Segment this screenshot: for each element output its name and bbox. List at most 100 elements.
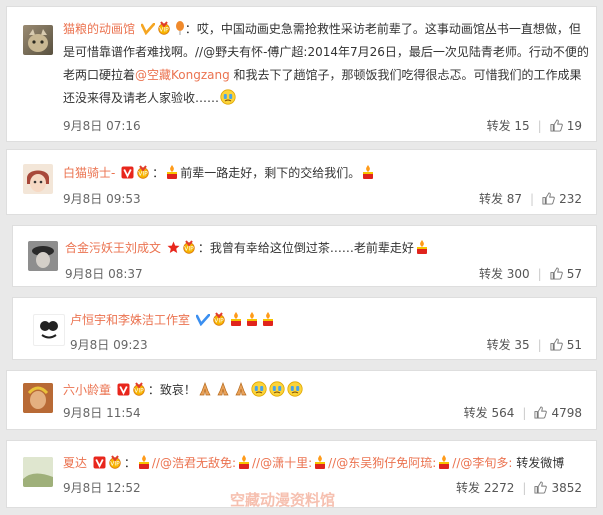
balloon-icon <box>175 21 184 35</box>
comment-card-1: 猫粮的动画馆 ：哎，中国动画史急需抢救性采访老前辈了。这事动画馆丛书一直想做，但… <box>6 6 597 142</box>
like-icon[interactable] <box>550 338 563 351</box>
divider: | <box>537 118 542 133</box>
repost-button[interactable]: 转发 15 <box>487 117 530 134</box>
comment-text: 和我去下了趟馆子，那顿饭我们吃得很忐忑。可惜我们的工作成果 <box>229 68 582 82</box>
comment-line-1: 夏达 ：//@浩君无敌免://@潇十里://@东吴狗仔免阿琉://@李旬多: 转… <box>63 454 565 470</box>
comment-line-1: 合金污妖王刘成文 ：我曾有幸给这位倒过茶……老前辈走好 <box>65 239 430 257</box>
comment-actions: 转发 2272 | 3852 <box>456 479 582 496</box>
like-count[interactable]: 19 <box>567 119 582 133</box>
comment-actions: 转发 15 | 19 <box>487 117 582 134</box>
username[interactable]: 合金污妖王刘成文 <box>65 241 161 255</box>
comment-text: 还没来得及请老人家验收…… <box>63 91 220 105</box>
like-icon[interactable] <box>534 406 547 419</box>
comment-line-1: 卢恒宇和李姝洁工作室 <box>70 311 276 329</box>
mention-link[interactable]: @空藏Kongzang <box>135 68 230 82</box>
verified-v-icon <box>195 314 210 326</box>
comment-card-5: 六小龄童 ：致哀！ 9月8日 11:54 转发 564 | 4798 <box>6 370 597 430</box>
avatar[interactable] <box>23 164 53 194</box>
vip-medal-icon <box>108 455 124 469</box>
repost-chain-link[interactable]: //@浩君无敌免: <box>152 456 236 470</box>
comment-date[interactable]: 9月8日 09:23 <box>70 336 148 353</box>
candle-icon <box>245 311 259 327</box>
divider: | <box>522 405 527 420</box>
divider: | <box>537 337 542 352</box>
avatar[interactable] <box>23 383 53 413</box>
avatar[interactable] <box>23 25 53 55</box>
repost-chain-link[interactable]: //@李旬多: <box>452 456 512 470</box>
comment-date[interactable]: 9月8日 09:53 <box>63 190 141 207</box>
candle-icon <box>137 454 151 470</box>
like-icon[interactable] <box>550 267 563 280</box>
like-icon[interactable] <box>534 481 547 494</box>
pray-icon <box>215 381 231 397</box>
pray-icon <box>197 381 213 397</box>
watermark: 空藏动漫资料馆 <box>230 491 336 509</box>
comment-text: 老两口硬拉着 <box>63 68 136 82</box>
verified-v-icon <box>93 456 106 469</box>
comment-text: ：哎，中国动画史急需抢救性采访老前辈了。这事动画馆丛书一直想做，但 <box>184 22 581 36</box>
like-count[interactable]: 51 <box>567 338 582 352</box>
comment-text: 前辈一路走好，剩下的交给我们。 <box>180 166 361 180</box>
verified-v-icon <box>117 383 130 396</box>
divider: | <box>530 191 535 206</box>
username[interactable]: 猫粮的动画馆 <box>63 22 135 36</box>
comment-actions: 转发 300 | 57 <box>479 265 582 282</box>
comment-card-3: 合金污妖王刘成文 ：我曾有幸给这位倒过茶……老前辈走好 9月8日 08:37 转… <box>12 225 597 287</box>
crying-face-icon <box>287 381 303 397</box>
candle-icon <box>165 164 179 180</box>
vip-medal-icon <box>132 382 148 396</box>
pray-icon <box>233 381 249 397</box>
colon: ： <box>152 166 165 180</box>
repost-button[interactable]: 转发 35 <box>487 336 530 353</box>
comment-actions: 转发 35 | 51 <box>487 336 582 353</box>
comment-text: ：致哀！ <box>147 383 196 397</box>
like-icon[interactable] <box>542 192 555 205</box>
avatar[interactable] <box>23 457 53 487</box>
comment-date[interactable]: 9月8日 07:16 <box>63 117 141 134</box>
repost-button[interactable]: 转发 2272 <box>456 479 514 496</box>
comment-line-4: 还没来得及请老人家验收…… <box>63 89 237 107</box>
comment-card-2: 白猫骑士- ： 前辈一路走好，剩下的交给我们。 9月8日 09:53 转发 87 … <box>6 149 597 215</box>
crying-face-icon <box>220 89 236 105</box>
comment-text: ：我曾有幸给这位倒过茶……老前辈走好 <box>197 241 414 255</box>
crying-face-icon <box>269 381 285 397</box>
repost-button[interactable]: 转发 87 <box>479 190 522 207</box>
comment-line-3: 老两口硬拉着@空藏Kongzang 和我去下了趟馆子，那顿饭我们吃得很忐忑。可惜… <box>63 66 582 84</box>
candle-icon <box>437 454 451 470</box>
username[interactable]: 六小龄童 <box>63 383 111 397</box>
repost-chain-link[interactable]: //@东吴狗仔免阿琉: <box>328 456 436 470</box>
divider: | <box>537 266 542 281</box>
vip-medal-icon <box>157 21 173 35</box>
comment-date[interactable]: 9月8日 08:37 <box>65 265 143 282</box>
like-count[interactable]: 3852 <box>551 481 582 495</box>
candle-icon <box>261 311 275 327</box>
star-icon <box>167 241 180 253</box>
crying-face-icon <box>251 381 267 397</box>
comment-card-4: 卢恒宇和李姝洁工作室 9月8日 09:23 转发 35 | 51 <box>12 297 597 360</box>
vip-medal-icon <box>212 312 228 326</box>
like-icon[interactable] <box>550 119 563 132</box>
like-count[interactable]: 4798 <box>551 406 582 420</box>
like-count[interactable]: 57 <box>567 267 582 281</box>
comment-date[interactable]: 9月8日 12:52 <box>63 479 141 496</box>
comment-actions: 转发 87 | 232 <box>479 190 582 207</box>
username[interactable]: 白猫骑士- <box>63 166 115 180</box>
avatar[interactable] <box>33 314 65 346</box>
candle-icon <box>415 239 429 255</box>
username[interactable]: 卢恒宇和李姝洁工作室 <box>70 313 190 327</box>
repost-button[interactable]: 转发 300 <box>479 265 530 282</box>
comment-line-2: 是可惜靠谱作者难找啊。//@野夫有怀-傅广超:2014年7月26日，最后一次见陆… <box>63 45 589 59</box>
avatar[interactable] <box>28 241 58 271</box>
vip-medal-icon <box>136 165 152 179</box>
username[interactable]: 夏达 <box>63 456 87 470</box>
repost-button[interactable]: 转发 564 <box>464 404 515 421</box>
candle-icon <box>237 454 251 470</box>
repost-chain-link[interactable]: //@潇十里: <box>252 456 312 470</box>
divider: | <box>522 480 527 495</box>
like-count[interactable]: 232 <box>559 192 582 206</box>
comment-line-1: 白猫骑士- ： 前辈一路走好，剩下的交给我们。 <box>63 164 376 182</box>
verified-v-icon <box>141 23 155 35</box>
comment-text: 转发微博 <box>512 456 565 470</box>
comment-date[interactable]: 9月8日 11:54 <box>63 404 141 421</box>
candle-icon <box>313 454 327 470</box>
